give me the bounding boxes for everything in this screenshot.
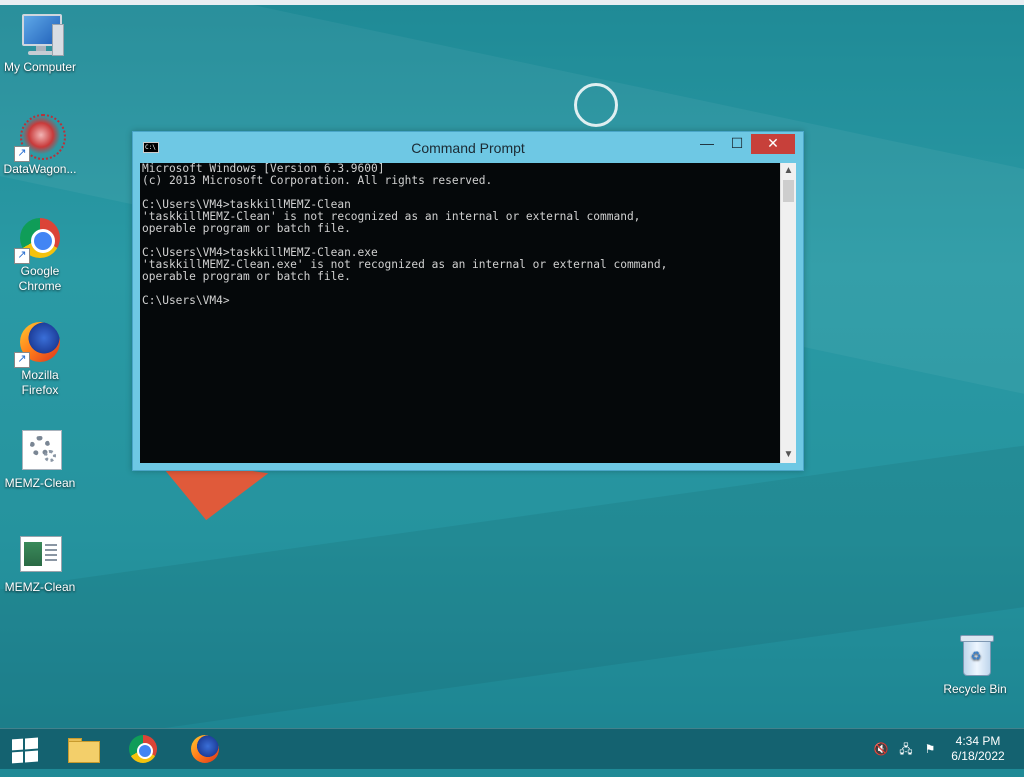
desktop-icon-memz-clean-2[interactable]: MEMZ-Clean xyxy=(0,530,80,595)
console-line: C:\Users\VM4> xyxy=(142,294,230,307)
action-center-flag-icon[interactable]: ⚑ xyxy=(922,741,938,757)
desktop-icon-recycle-bin[interactable]: ♻ Recycle Bin xyxy=(935,632,1015,697)
desktop-icon-datawagon[interactable]: ↗ DataWagon... xyxy=(0,112,80,177)
shortcut-arrow-icon: ↗ xyxy=(14,146,30,162)
console-line: operable program or batch file. xyxy=(142,270,351,283)
volume-muted-icon[interactable]: 🔇 xyxy=(873,741,889,757)
datawagon-icon: ↗ xyxy=(14,112,66,162)
recycle-bin-icon: ♻ xyxy=(951,632,999,680)
clock[interactable]: 4:34 PM 6/18/2022 xyxy=(948,734,1008,764)
console-line: (c) 2013 Microsoft Corporation. All righ… xyxy=(142,174,493,187)
taskbar: 🔇 🖧 ⚑ 4:34 PM 6/18/2022 xyxy=(0,728,1024,769)
close-button[interactable]: ✕ xyxy=(751,134,795,154)
firefox-icon: ↗ xyxy=(14,318,64,368)
shortcut-arrow-icon: ↗ xyxy=(14,352,30,368)
desktop-icon-memz-clean-1[interactable]: MEMZ-Clean xyxy=(0,426,80,491)
console-line: operable program or batch file. xyxy=(142,222,351,235)
shortcut-arrow-icon: ↗ xyxy=(14,248,30,264)
scroll-down-icon[interactable]: ▼ xyxy=(781,447,796,463)
maximize-button[interactable]: ☐ xyxy=(723,134,751,154)
vertical-scrollbar[interactable]: ▲ ▼ xyxy=(780,163,796,463)
settings-file-icon xyxy=(16,426,64,474)
desktop-icon-my-computer[interactable]: My Computer xyxy=(0,10,80,75)
desktop-icon-label: MEMZ-Clean xyxy=(4,476,76,490)
minimize-button[interactable]: — xyxy=(693,134,721,154)
desktop-icon-label: MEMZ-Clean xyxy=(4,580,76,594)
console-output[interactable]: Microsoft Windows [Version 6.3.9600] (c) … xyxy=(140,163,780,463)
network-icon[interactable]: 🖧 xyxy=(898,741,914,757)
desktop-icon-label: Google Chrome xyxy=(18,264,62,293)
scroll-up-icon[interactable]: ▲ xyxy=(781,163,796,179)
clock-time: 4:34 PM xyxy=(955,734,1001,748)
computer-icon xyxy=(16,10,64,58)
command-prompt-window[interactable]: C:\ Command Prompt — ☐ ✕ Microsoft Windo… xyxy=(132,131,804,471)
title-bar[interactable]: C:\ Command Prompt — ☐ ✕ xyxy=(133,132,803,164)
application-window-icon xyxy=(16,530,64,578)
desktop-icon-label: My Computer xyxy=(3,60,77,74)
desktop-icon-label: Mozilla Firefox xyxy=(21,368,59,397)
taskbar-chrome[interactable] xyxy=(116,731,170,767)
busy-ring-cursor xyxy=(574,83,618,127)
taskbar-file-explorer[interactable] xyxy=(54,731,108,767)
desktop-icon-label: Recycle Bin xyxy=(943,682,1007,696)
taskbar-firefox[interactable] xyxy=(178,731,232,767)
desktop-icon-mozilla-firefox[interactable]: ↗ Mozilla Firefox xyxy=(0,318,80,398)
start-button[interactable] xyxy=(0,731,54,767)
scroll-thumb[interactable] xyxy=(783,180,794,202)
chrome-icon: ↗ xyxy=(14,214,64,264)
desktop-icon-google-chrome[interactable]: ↗ Google Chrome xyxy=(0,214,80,294)
clock-date: 6/18/2022 xyxy=(951,749,1005,763)
desktop-icon-label: DataWagon... xyxy=(3,162,77,176)
